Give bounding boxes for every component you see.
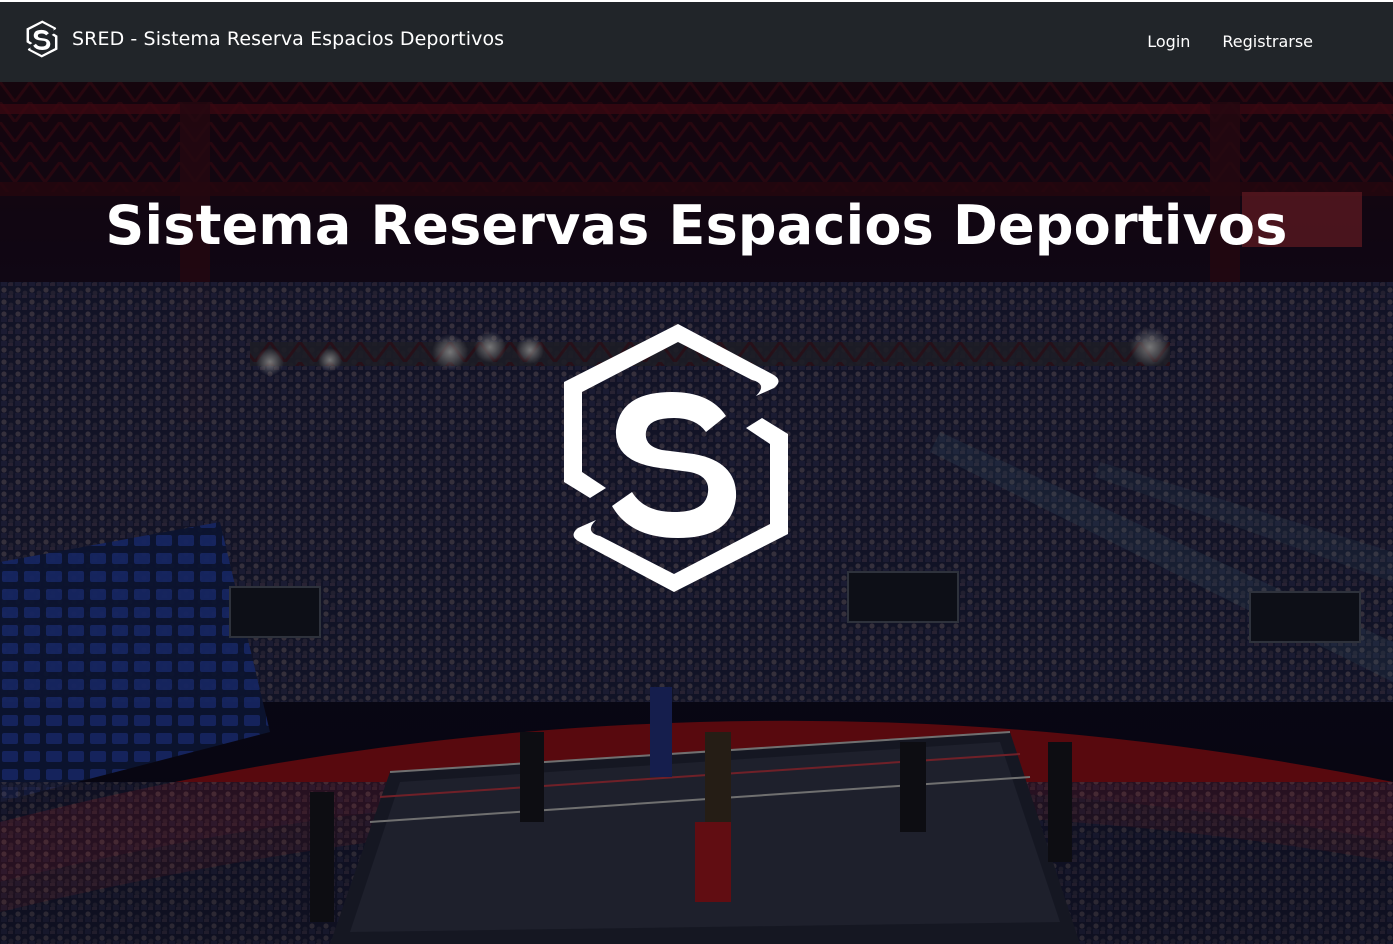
nav-links: Login Registrarse <box>1147 32 1313 51</box>
hero-section: Sistema Reservas Espacios Deportivos <box>0 82 1393 944</box>
sred-logo-icon <box>26 20 58 58</box>
register-link[interactable]: Registrarse <box>1222 32 1313 51</box>
login-link[interactable]: Login <box>1147 32 1190 51</box>
brand-link[interactable]: SRED - Sistema Reserva Espacios Deportiv… <box>26 20 504 58</box>
hero-title: Sistema Reservas Espacios Deportivos <box>105 194 1288 257</box>
sred-logo-icon <box>564 324 788 592</box>
navbar: SRED - Sistema Reserva Espacios Deportiv… <box>0 0 1393 82</box>
brand-title: SRED - Sistema Reserva Espacios Deportiv… <box>72 28 505 50</box>
